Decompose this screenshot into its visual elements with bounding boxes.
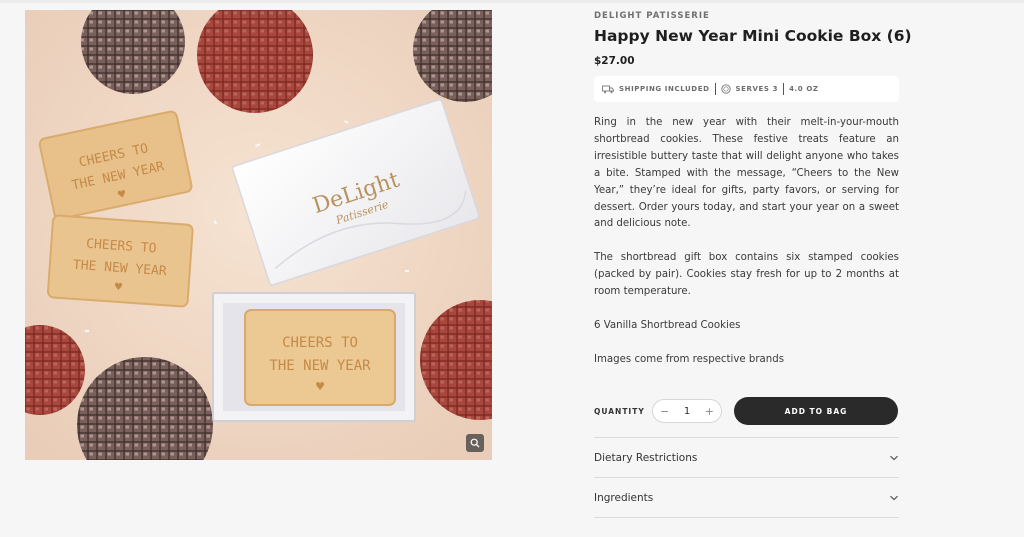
product-photo: CHEERS TO THE NEW YEAR ♥ CHEERS TO THE N… <box>25 10 492 460</box>
product-price: $27.00 <box>594 55 635 67</box>
cookie-text: CHEERS TO <box>282 335 358 351</box>
accordion-ingredients[interactable]: Ingredients <box>594 477 899 517</box>
magnifier-icon <box>470 438 480 448</box>
top-border <box>0 0 1024 3</box>
chevron-down-icon <box>890 495 898 500</box>
svg-text:♥: ♥ <box>114 282 124 294</box>
description-paragraph: Ring in the new year with their melt-in-… <box>594 117 899 230</box>
vendor-name[interactable]: DELIGHT PATISSERIE <box>594 10 899 22</box>
accordion-label: Dietary Restrictions <box>594 451 698 464</box>
product-image[interactable]: CHEERS TO THE NEW YEAR ♥ CHEERS TO THE N… <box>25 10 492 460</box>
zoom-button[interactable] <box>466 434 484 452</box>
product-description: Ring in the new year with their melt-in-… <box>594 115 899 369</box>
add-to-bag-button[interactable]: ADD TO BAG <box>734 397 898 425</box>
description-paragraph: Images come from respective brands <box>594 353 785 365</box>
divider <box>714 83 716 95</box>
product-specs: SHIPPING INCLUDED SERVES 3 4.0 OZ <box>594 76 899 102</box>
divider <box>783 83 785 95</box>
accordion-dietary-restrictions[interactable]: Dietary Restrictions <box>594 437 899 477</box>
serving-icon <box>720 84 731 94</box>
product-info: DELIGHT PATISSERIE Happy New Year Mini C… <box>594 10 912 518</box>
quantity-label: QUANTITY <box>594 406 645 416</box>
divider <box>594 517 899 518</box>
description-paragraph: 6 Vanilla Shortbread Cookies <box>594 319 741 331</box>
truck-icon <box>602 85 614 93</box>
weight-text: 4.0 OZ <box>789 85 819 93</box>
increase-quantity-button[interactable]: + <box>705 405 714 418</box>
purchase-row: QUANTITY − 1 + ADD TO BAG <box>594 397 899 425</box>
decrease-quantity-button[interactable]: − <box>660 405 669 418</box>
accordion-label: Ingredients <box>594 491 654 504</box>
product-title: Happy New Year Mini Cookie Box (6) <box>594 27 912 45</box>
quantity-value[interactable]: 1 <box>684 406 690 417</box>
serves-text: SERVES 3 <box>735 85 779 93</box>
description-paragraph: The shortbread gift box contains six sta… <box>594 252 899 298</box>
quantity-stepper: − 1 + <box>652 399 722 423</box>
shipping-text: SHIPPING INCLUDED <box>619 85 710 93</box>
chevron-down-icon <box>890 455 898 460</box>
cookie-text: THE NEW YEAR <box>269 358 371 374</box>
svg-text:♥: ♥ <box>315 380 325 393</box>
